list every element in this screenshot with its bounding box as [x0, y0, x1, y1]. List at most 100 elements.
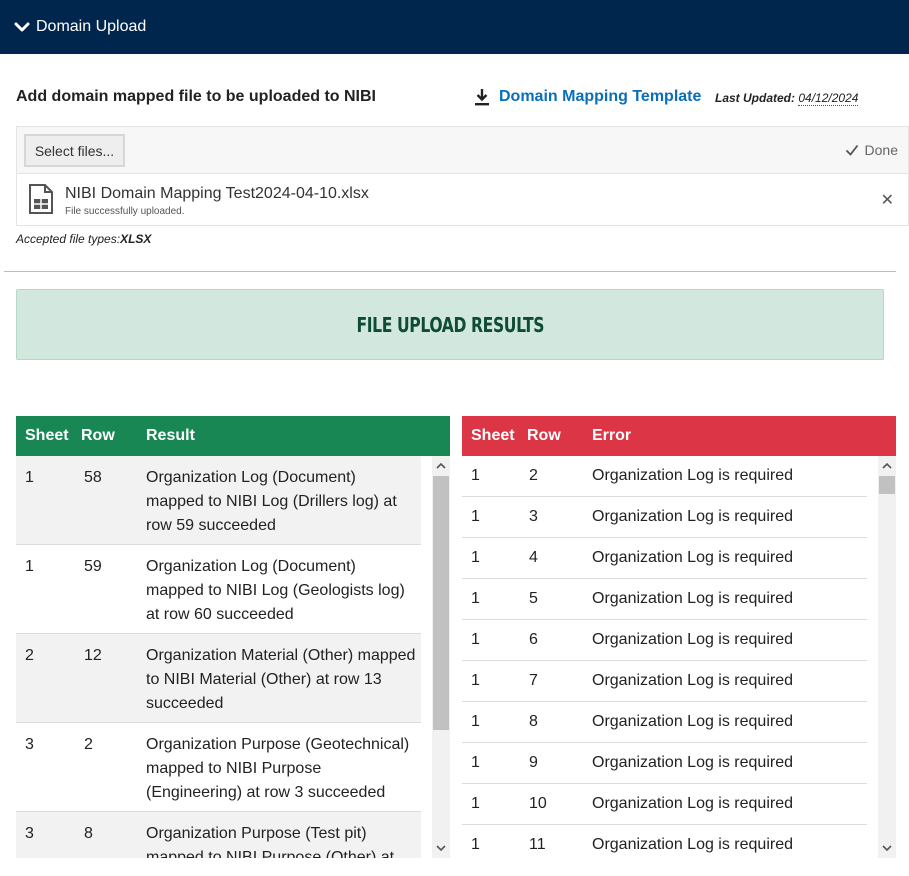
- cell-row: 9: [529, 754, 538, 771]
- last-updated-label: Last Updated:: [715, 91, 796, 105]
- scroll-up-arrow-icon[interactable]: [878, 458, 896, 474]
- cell-sheet: 1: [471, 795, 480, 812]
- table-row: 1 3 Organization Log is required: [462, 497, 867, 538]
- table-row: 1 2 Organization Log is required: [462, 456, 867, 497]
- cell-row: 7: [529, 672, 538, 689]
- cell-error: Organization Log is required: [592, 795, 794, 812]
- cell-sheet: 1: [25, 558, 34, 575]
- cell-error: Organization Log is required: [592, 754, 794, 771]
- check-icon: [845, 143, 859, 157]
- cell-error: Organization Log is required: [592, 836, 794, 853]
- file-upload-results-banner: FILE UPLOAD RESULTS: [16, 289, 884, 360]
- results-banner-title: FILE UPLOAD RESULTS: [356, 312, 544, 337]
- cell-sheet: 2: [25, 647, 34, 664]
- last-updated-date: 04/12/2024: [798, 91, 859, 106]
- cell-error: Organization Log is required: [592, 549, 794, 566]
- scroll-down-arrow-icon[interactable]: [432, 840, 450, 856]
- cell-error: Organization Log is required: [592, 590, 794, 607]
- remove-file-icon[interactable]: ✕: [881, 190, 894, 210]
- uploaded-file-status: File successfully uploaded.: [65, 206, 185, 217]
- results-scrollbar[interactable]: [432, 456, 450, 858]
- cell-sheet: 1: [471, 508, 480, 525]
- download-icon: [474, 88, 490, 106]
- column-header-error: Error: [592, 427, 632, 444]
- domain-mapping-template-link[interactable]: Domain Mapping Template: [474, 88, 701, 106]
- table-row: 2 12 Organization Material (Other) mapped …: [16, 634, 421, 723]
- cell-sheet: 1: [25, 469, 34, 486]
- cell-sheet: 1: [471, 713, 480, 730]
- cell-row: 58: [84, 469, 102, 486]
- table-row: 1 9 Organization Log is required: [462, 743, 867, 784]
- table-row: 1 58 Organization Log (Document) mapped to…: [16, 456, 421, 545]
- cell-row: 2: [84, 736, 93, 753]
- template-link-label[interactable]: Domain Mapping Template: [499, 88, 701, 106]
- errors-table-header: Sheet Row Error: [462, 416, 896, 456]
- accepted-file-types: Accepted file types:XLSX: [16, 232, 151, 246]
- results-table: Sheet Row Result 1 58 Organization Log (Do…: [16, 416, 450, 858]
- table-row: 1 4 Organization Log is required: [462, 538, 867, 579]
- table-row: 1 10 Organization Log is required: [462, 784, 867, 825]
- cell-error: Organization Log is required: [592, 672, 794, 689]
- cell-row: 5: [529, 590, 538, 607]
- cell-row: 8: [529, 713, 538, 730]
- cell-row: 10: [529, 795, 547, 812]
- file-upload-box: Select files... Done NIBI Domain Mapping…: [16, 126, 909, 226]
- cell-sheet: 1: [471, 467, 480, 484]
- table-row: 1 8 Organization Log is required: [462, 702, 867, 743]
- table-row: 1 5 Organization Log is required: [462, 579, 867, 620]
- cell-sheet: 1: [471, 590, 480, 607]
- table-row: 3 8 Organization Purpose (Test pit) mapped…: [16, 812, 421, 858]
- cell-row: 12: [84, 647, 102, 664]
- cell-sheet: 3: [25, 736, 34, 753]
- cell-result: Organization Material (Other) mapped to …: [146, 647, 416, 712]
- errors-table-body[interactable]: 1 2 Organization Log is required 1 3 Organiza…: [462, 456, 896, 858]
- results-table-body[interactable]: 1 58 Organization Log (Document) mapped to…: [16, 456, 450, 858]
- cell-sheet: 1: [471, 754, 480, 771]
- scrollbar-thumb[interactable]: [433, 476, 449, 730]
- chevron-down-icon: [14, 18, 32, 36]
- last-updated: Last Updated: 04/12/2024: [715, 91, 859, 106]
- cell-sheet: 1: [471, 672, 480, 689]
- errors-table: Sheet Row Error 1 2 Organization Log is re…: [462, 416, 896, 858]
- cell-row: 3: [529, 508, 538, 525]
- results-table-header: Sheet Row Result: [16, 416, 450, 456]
- spreadsheet-file-icon: [29, 184, 53, 214]
- table-row: 1 7 Organization Log is required: [462, 661, 867, 702]
- done-label: Done: [864, 142, 898, 158]
- cell-result: Organization Log (Document) mapped to NI…: [146, 469, 397, 534]
- upload-instruction: Add domain mapped file to be uploaded to…: [16, 88, 376, 105]
- cell-sheet: 1: [471, 631, 480, 648]
- cell-error: Organization Log is required: [592, 713, 794, 730]
- select-files-button[interactable]: Select files...: [24, 134, 125, 167]
- table-row: 1 11 Organization Log is required: [462, 825, 867, 858]
- table-row: 3 2 Organization Purpose (Geotechnical) ma…: [16, 723, 421, 812]
- scroll-down-arrow-icon[interactable]: [878, 840, 896, 856]
- cell-row: 2: [529, 467, 538, 484]
- cell-sheet: 1: [471, 836, 480, 853]
- upload-toolbar: Select files... Done: [17, 127, 908, 174]
- uploaded-file-item: NIBI Domain Mapping Test2024-04-10.xlsx …: [17, 174, 908, 226]
- cell-result: Organization Log (Document) mapped to NI…: [146, 558, 405, 623]
- column-header-row: Row: [81, 427, 115, 444]
- cell-row: 6: [529, 631, 538, 648]
- panel-title: Domain Upload: [36, 18, 147, 35]
- cell-sheet: 1: [471, 549, 480, 566]
- domain-upload-header[interactable]: Domain Upload: [0, 0, 909, 54]
- cell-result: Organization Purpose (Test pit) mapped t…: [146, 825, 395, 858]
- accepted-types-value: XLSX: [120, 232, 152, 246]
- section-divider: [4, 271, 896, 272]
- column-header-sheet: Sheet: [471, 427, 515, 444]
- cell-error: Organization Log is required: [592, 467, 794, 484]
- cell-sheet: 3: [25, 825, 34, 842]
- table-row: 1 6 Organization Log is required: [462, 620, 867, 661]
- cell-row: 59: [84, 558, 102, 575]
- cell-result: Organization Purpose (Geotechnical) mapp…: [146, 736, 410, 801]
- scrollbar-thumb[interactable]: [879, 476, 895, 494]
- errors-scrollbar[interactable]: [878, 456, 896, 858]
- cell-error: Organization Log is required: [592, 508, 794, 525]
- scroll-up-arrow-icon[interactable]: [432, 458, 450, 474]
- cell-row: 11: [529, 836, 546, 853]
- uploaded-file-name: NIBI Domain Mapping Test2024-04-10.xlsx: [65, 185, 369, 202]
- column-header-result: Result: [146, 427, 195, 444]
- upload-done-status: Done: [845, 142, 898, 158]
